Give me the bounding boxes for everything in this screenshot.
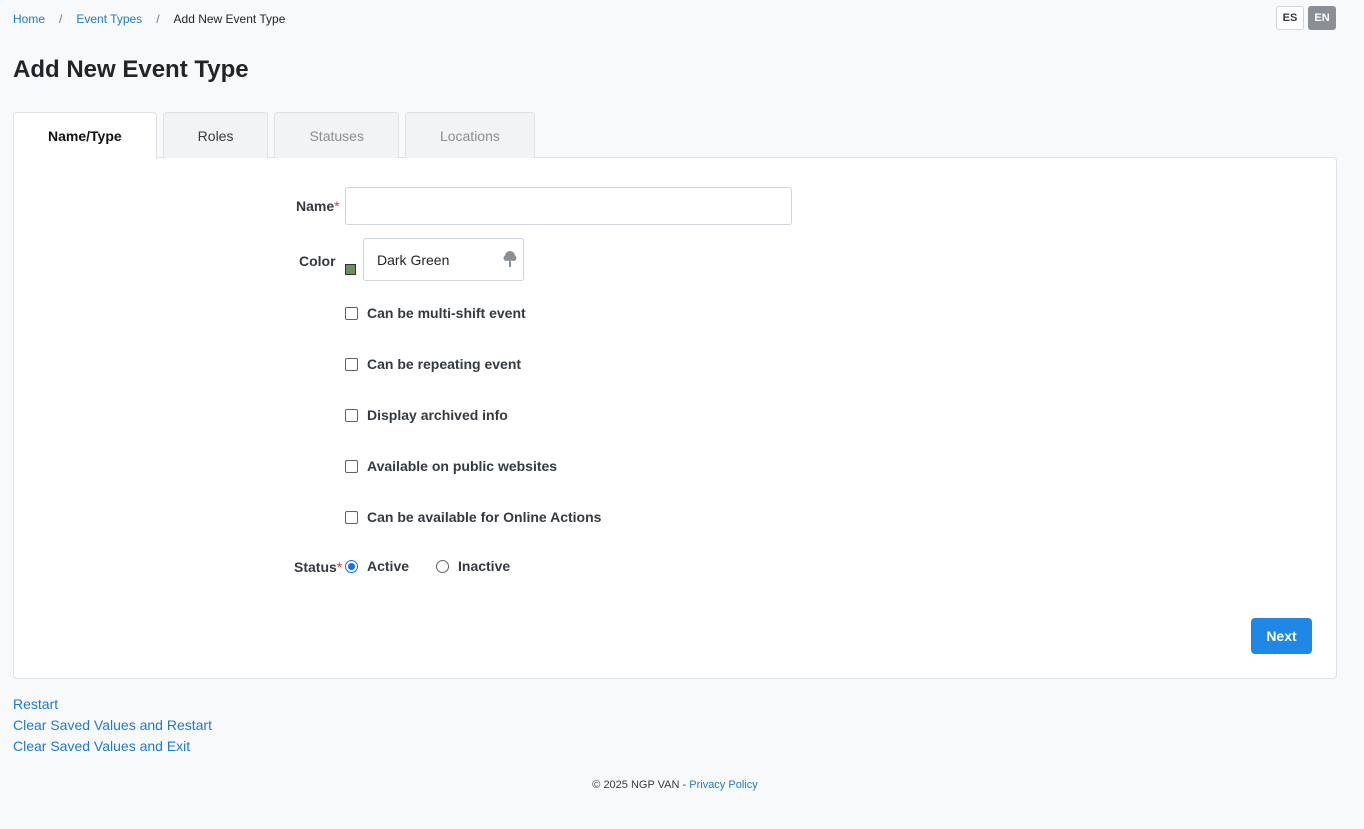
color-select-value: Dark Green bbox=[377, 251, 450, 268]
page-title: Add New Event Type bbox=[13, 56, 249, 83]
color-swatch bbox=[345, 264, 356, 275]
footer: © 2025 NGP VAN - Privacy Policy bbox=[0, 779, 1350, 791]
color-label: Color bbox=[299, 253, 336, 269]
clear-restart-link[interactable]: Clear Saved Values and Restart bbox=[13, 715, 212, 736]
repeating-label: Can be repeating event bbox=[367, 356, 522, 372]
breadcrumb-event-types-link[interactable]: Event Types bbox=[76, 12, 142, 26]
color-select[interactable]: Dark Green bbox=[363, 238, 524, 281]
public-websites-label: Available on public websites bbox=[367, 458, 558, 474]
multi-shift-label: Can be multi-shift event bbox=[367, 305, 526, 321]
breadcrumb-separator: / bbox=[156, 12, 160, 26]
archived-label: Display archived info bbox=[367, 407, 508, 423]
form-panel: Name* Color Dark Green Can be multi-shif… bbox=[13, 157, 1337, 679]
online-actions-label: Can be available for Online Actions bbox=[367, 509, 602, 525]
footer-copyright: © 2025 NGP VAN - bbox=[592, 779, 687, 791]
tab-roles[interactable]: Roles bbox=[162, 112, 269, 158]
status-active-label: Active bbox=[367, 558, 410, 574]
tab-locations[interactable]: Locations bbox=[404, 112, 535, 158]
tree-icon bbox=[503, 250, 517, 271]
breadcrumb: Home / Event Types / Add New Event Type bbox=[13, 12, 285, 26]
multi-shift-checkbox-row[interactable]: Can be multi-shift event bbox=[345, 305, 526, 321]
status-inactive-row[interactable]: Inactive bbox=[436, 558, 510, 574]
breadcrumb-home-link[interactable]: Home bbox=[13, 12, 45, 26]
required-mark: * bbox=[334, 198, 340, 214]
repeating-checkbox-row[interactable]: Can be repeating event bbox=[345, 356, 521, 372]
online-actions-checkbox[interactable] bbox=[345, 510, 358, 524]
breadcrumb-separator: / bbox=[59, 12, 63, 26]
wizard-links: Restart Clear Saved Values and Restart C… bbox=[13, 694, 212, 757]
status-label: Status* bbox=[294, 559, 343, 575]
wizard-tabs: Name/Type Roles Statuses Locations bbox=[13, 112, 535, 159]
language-switcher: ES EN bbox=[1276, 6, 1336, 30]
language-en-button[interactable]: EN bbox=[1308, 6, 1336, 30]
required-mark: * bbox=[336, 559, 343, 575]
language-es-button[interactable]: ES bbox=[1276, 6, 1304, 30]
status-active-radio[interactable] bbox=[345, 559, 358, 573]
status-inactive-label: Inactive bbox=[458, 558, 511, 574]
status-inactive-radio[interactable] bbox=[436, 559, 449, 573]
public-websites-checkbox-row[interactable]: Available on public websites bbox=[345, 458, 557, 474]
archived-checkbox-row[interactable]: Display archived info bbox=[345, 407, 508, 423]
status-active-row[interactable]: Active bbox=[345, 558, 409, 574]
clear-exit-link[interactable]: Clear Saved Values and Exit bbox=[13, 736, 212, 757]
archived-checkbox[interactable] bbox=[345, 408, 358, 422]
name-input[interactable] bbox=[345, 187, 792, 225]
next-button[interactable]: Next bbox=[1251, 618, 1312, 654]
tab-name-type[interactable]: Name/Type bbox=[13, 112, 157, 159]
tab-statuses[interactable]: Statuses bbox=[274, 112, 399, 158]
restart-link[interactable]: Restart bbox=[13, 694, 212, 715]
multi-shift-checkbox[interactable] bbox=[345, 306, 358, 320]
public-websites-checkbox[interactable] bbox=[345, 459, 358, 473]
repeating-checkbox[interactable] bbox=[345, 357, 358, 371]
online-actions-checkbox-row[interactable]: Can be available for Online Actions bbox=[345, 509, 601, 525]
breadcrumb-current: Add New Event Type bbox=[173, 12, 286, 26]
name-label: Name* bbox=[296, 198, 340, 214]
privacy-policy-link[interactable]: Privacy Policy bbox=[689, 779, 757, 791]
